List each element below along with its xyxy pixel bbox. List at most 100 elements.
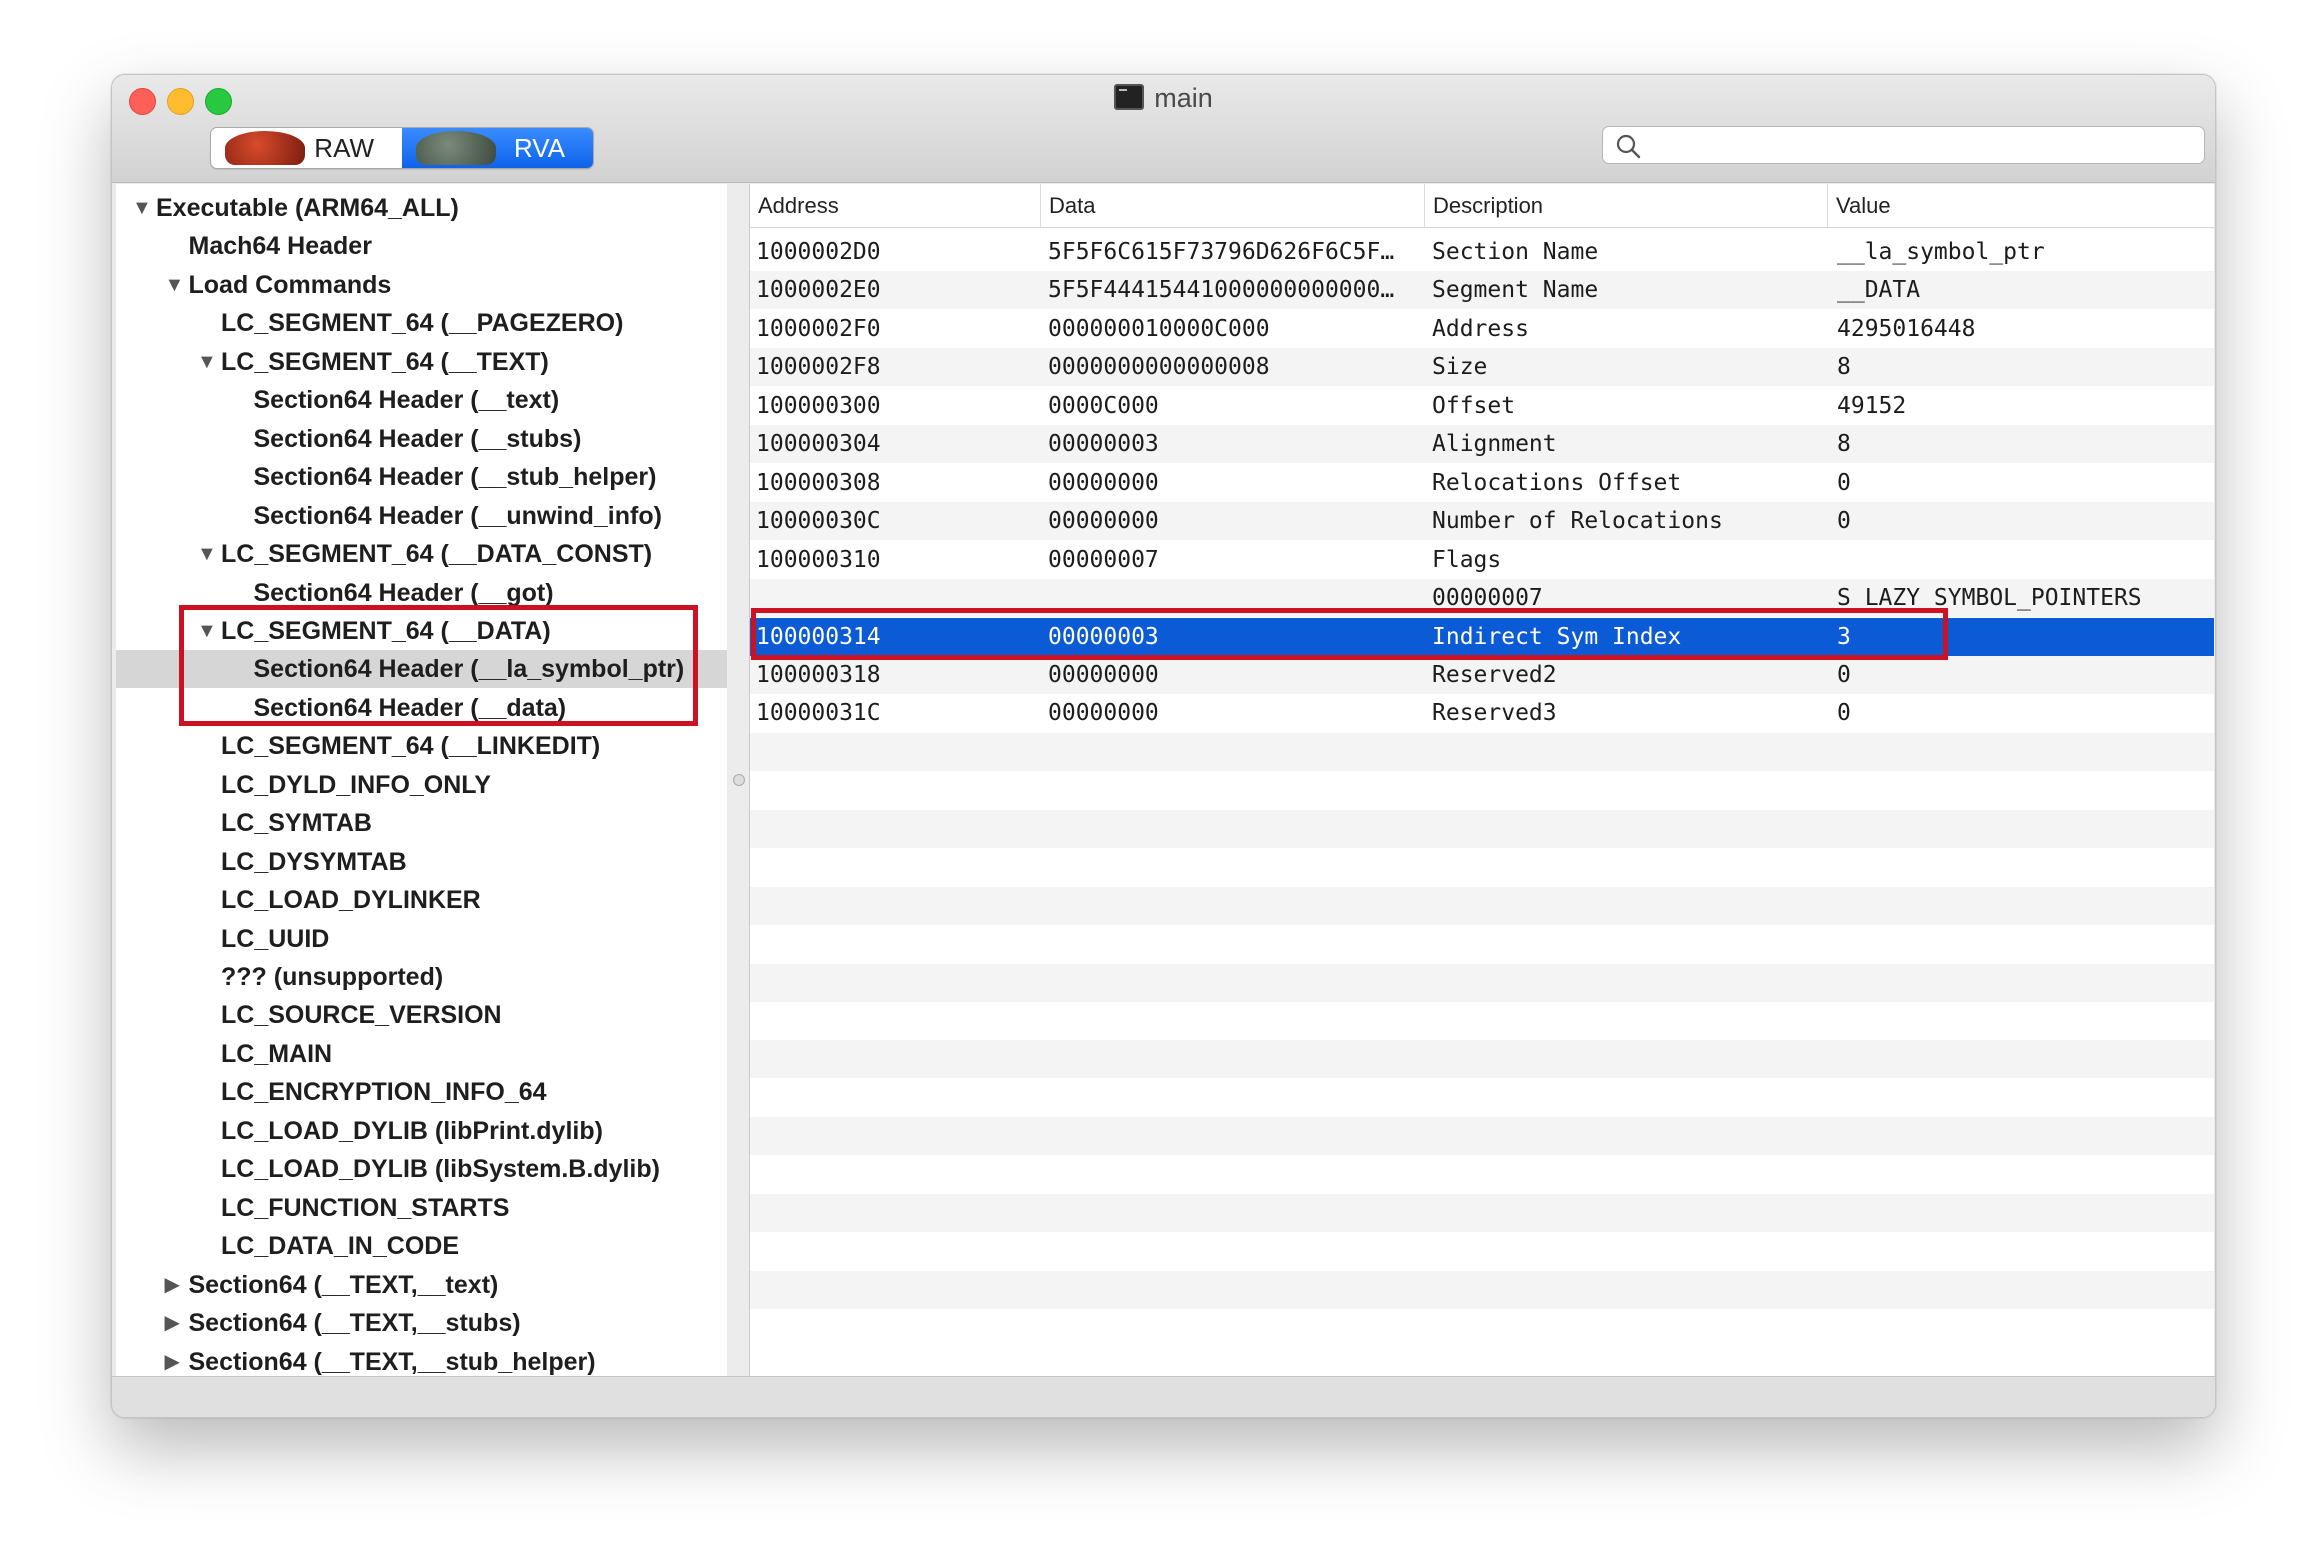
tree-item-label: ??? (unsupported) — [221, 963, 444, 991]
value-cell: 8 — [1837, 354, 1851, 381]
tree-item[interactable]: Section64 Header (__stub_helper) — [116, 458, 727, 496]
search-field[interactable] — [1602, 126, 2205, 164]
tree-item[interactable]: ▼ LC_SEGMENT_64 (__TEXT) — [116, 343, 727, 381]
empty-table-row[interactable] — [750, 1233, 2214, 1271]
data-cell: 00000000 — [1048, 469, 1159, 496]
tree-item[interactable]: ▼ Load Commands — [116, 266, 727, 304]
empty-table-row[interactable] — [750, 1002, 2214, 1040]
tree-item[interactable]: Mach64 Header — [116, 227, 727, 265]
tree-item-label: Section64 (__TEXT,__stubs) — [188, 1309, 521, 1338]
tree-item[interactable]: LC_DYSYMTAB — [116, 843, 727, 881]
tree-item[interactable]: ▶ Section64 (__TEXT,__stubs) — [116, 1304, 727, 1342]
tree-item[interactable]: LC_LOAD_DYLINKER — [116, 881, 727, 919]
table-row[interactable]: 10000031C 00000000 Reserved3 0 — [750, 694, 2214, 732]
empty-table-row[interactable] — [750, 1156, 2214, 1194]
empty-table-row[interactable] — [750, 1194, 2214, 1233]
disclosure-closed-icon[interactable]: ▶ — [165, 1266, 180, 1304]
terminal-icon — [1114, 84, 1145, 110]
description-cell: Number of Relocations — [1432, 508, 1723, 535]
disclosure-open-icon[interactable]: ▼ — [132, 189, 152, 227]
tree-item[interactable]: ▼ LC_SEGMENT_64 (__DATA_CONST) — [116, 535, 727, 573]
empty-table-row[interactable] — [750, 925, 2214, 963]
empty-table-row[interactable] — [750, 1040, 2214, 1079]
tree-item-label: LC_SOURCE_VERSION — [221, 1001, 502, 1030]
data-cell: 5F5F44415441000000000000… — [1048, 277, 1395, 304]
column-header-data[interactable]: Data — [1041, 184, 1425, 227]
table-row[interactable]: 100000318 00000000 Reserved2 0 — [750, 655, 2214, 694]
tree-item[interactable]: Section64 Header (__unwind_info) — [116, 497, 727, 535]
empty-table-row[interactable] — [750, 1079, 2214, 1117]
tree-item[interactable]: Section64 Header (__stubs) — [116, 420, 727, 458]
value-cell: __la_symbol_ptr — [1837, 239, 2045, 265]
empty-table-row[interactable] — [750, 1117, 2214, 1156]
tree-item[interactable]: LC_FUNCTION_STARTS — [116, 1189, 727, 1227]
table-row[interactable]: 100000308 00000000 Relocations Offset 0 — [750, 464, 2214, 502]
empty-table-row[interactable] — [750, 963, 2214, 1002]
empty-table-row[interactable] — [750, 1310, 2214, 1348]
tree-item[interactable]: LC_LOAD_DYLIB (libSystem.B.dylib) — [116, 1150, 727, 1188]
tree-item[interactable]: LC_ENCRYPTION_INFO_64 — [116, 1073, 727, 1111]
table-row[interactable]: 10000030C 00000000 Number of Relocations 0 — [750, 502, 2214, 541]
description-cell: Reserved3 — [1432, 700, 1557, 727]
disclosure-open-icon[interactable]: ▼ — [165, 266, 185, 304]
tree-item[interactable]: ▼ Executable (ARM64_ALL) — [116, 189, 727, 227]
table-row[interactable]: 1000002F0 000000010000C000 Address 42950164… — [750, 310, 2214, 348]
table-row[interactable]: 100000300 0000C000 Offset 49152 — [750, 387, 2214, 425]
disclosure-closed-icon[interactable]: ▶ — [165, 1304, 180, 1342]
search-input[interactable] — [1653, 129, 2197, 161]
value-cell: 8 — [1837, 431, 1851, 458]
tree-item[interactable]: LC_SOURCE_VERSION — [116, 996, 727, 1034]
table-row[interactable]: 1000002E0 5F5F44415441000000000000… Segmen… — [750, 271, 2214, 310]
rva-label: RVA — [513, 132, 565, 163]
disclosure-open-icon[interactable]: ▼ — [197, 343, 217, 381]
address-mode-segmented-control: RAW RVA — [210, 127, 594, 169]
table-row[interactable]: 1000002D0 5F5F6C615F73796D626F6C5F… Sectio… — [750, 233, 2214, 271]
address-cell: 10000030C — [756, 508, 881, 535]
empty-table-row[interactable] — [750, 1271, 2214, 1310]
tree-item[interactable]: ▶ Section64 (__TEXT,__text) — [116, 1266, 727, 1304]
value-cell: 0 — [1837, 469, 1851, 496]
tree-item-label: LC_SEGMENT_64 (__PAGEZERO) — [221, 309, 624, 338]
rva-button[interactable]: RVA — [402, 128, 593, 168]
empty-table-row[interactable] — [750, 886, 2214, 925]
tree-item-label: Load Commands — [188, 270, 392, 299]
raw-button[interactable]: RAW — [211, 128, 402, 168]
tree-item[interactable]: LC_LOAD_DYLIB (libPrint.dylib) — [116, 1112, 727, 1150]
value-cell: 49152 — [1837, 392, 1907, 419]
tree-item[interactable]: Section64 Header (__text) — [116, 381, 727, 419]
tree-item-label: LC_SEGMENT_64 (__LINKEDIT) — [221, 732, 601, 761]
table-row[interactable]: 1000002F8 0000000000000008 Size 8 — [750, 348, 2214, 387]
value-cell: 0 — [1837, 700, 1851, 727]
tree-item-label: LC_ENCRYPTION_INFO_64 — [221, 1078, 547, 1107]
empty-table-row[interactable] — [750, 732, 2214, 771]
tree-item-label: LC_SYMTAB — [221, 809, 372, 838]
tree-item[interactable]: ??? (unsupported) — [116, 958, 727, 996]
column-header-value[interactable]: Value — [1828, 184, 2214, 227]
address-cell: 1000002E0 — [756, 277, 881, 304]
empty-table-row[interactable] — [750, 809, 2214, 848]
address-cell: 1000002F0 — [756, 315, 881, 342]
table-row[interactable]: 100000310 00000007 Flags — [750, 541, 2214, 579]
empty-table-row[interactable] — [750, 771, 2214, 809]
data-cell: 00000000 — [1048, 700, 1159, 727]
tree-item-label: LC_UUID — [221, 924, 330, 953]
column-header-description[interactable]: Description — [1425, 184, 1828, 227]
disclosure-closed-icon[interactable]: ▶ — [165, 1343, 180, 1377]
structure-tree: ▼ Executable (ARM64_ALL) Mach64 Header ▼ Loa… — [116, 184, 728, 1376]
tree-item[interactable]: LC_UUID — [116, 920, 727, 958]
tree-item[interactable]: LC_DATA_IN_CODE — [116, 1227, 727, 1265]
tree-item[interactable]: LC_SEGMENT_64 (__PAGEZERO) — [116, 304, 727, 342]
tree-item[interactable]: LC_MAIN — [116, 1035, 727, 1073]
tree-item[interactable]: LC_SYMTAB — [116, 804, 727, 842]
split-view-divider[interactable] — [727, 184, 749, 1376]
tree-item[interactable]: LC_SEGMENT_64 (__LINKEDIT) — [116, 727, 727, 765]
address-cell: 100000318 — [756, 661, 881, 688]
tree-item[interactable]: ▶ Section64 (__TEXT,__stub_helper) — [116, 1343, 727, 1377]
empty-table-row[interactable] — [750, 848, 2214, 886]
table-row[interactable]: 100000304 00000003 Alignment 8 — [750, 425, 2214, 464]
data-cell: 0000000000000008 — [1048, 354, 1270, 381]
column-header-address[interactable]: Address — [750, 184, 1041, 227]
tree-item[interactable]: LC_DYLD_INFO_ONLY — [116, 766, 727, 804]
disclosure-open-icon[interactable]: ▼ — [197, 535, 217, 573]
divider-grip[interactable] — [733, 774, 745, 786]
